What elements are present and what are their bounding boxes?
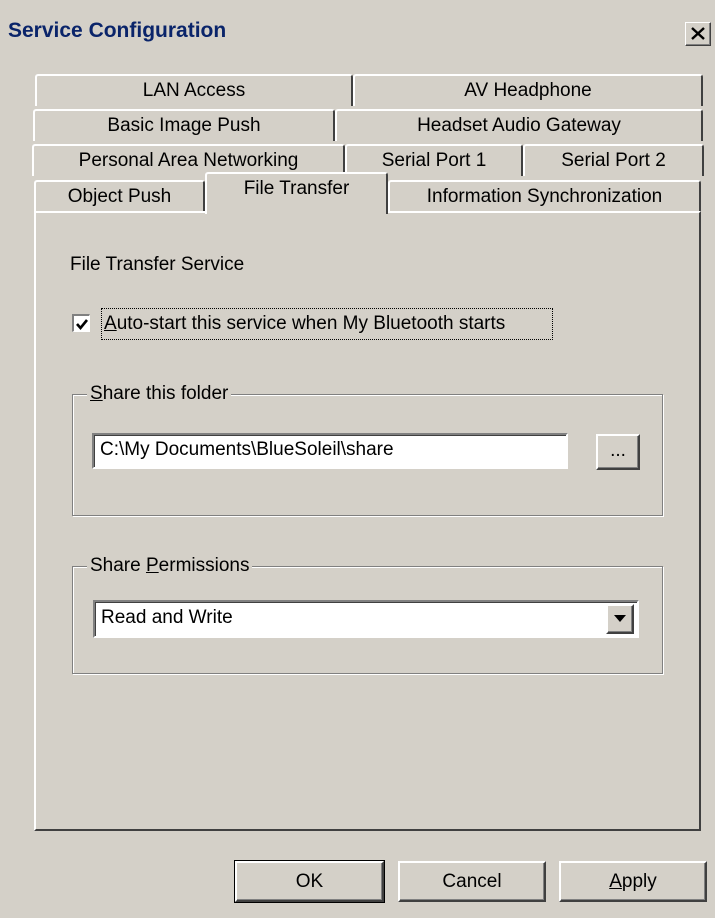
title-bar: Service Configuration bbox=[0, 0, 715, 58]
apply-button[interactable]: Apply bbox=[559, 861, 707, 902]
share-folder-legend-accel: S bbox=[90, 383, 103, 404]
tab-information-synchronization[interactable]: Information Synchronization bbox=[388, 180, 701, 212]
checkmark-icon bbox=[76, 319, 89, 331]
share-folder-legend: Share this folder bbox=[87, 383, 232, 405]
cancel-button[interactable]: Cancel bbox=[398, 861, 546, 902]
apply-button-accel: A bbox=[609, 871, 622, 892]
share-permissions-legend-rest: ermissions bbox=[158, 555, 250, 576]
ok-button[interactable]: OK bbox=[234, 860, 385, 903]
tab-file-transfer[interactable]: File Transfer bbox=[205, 172, 388, 214]
tab-headset-audio-gateway[interactable]: Headset Audio Gateway bbox=[335, 109, 703, 141]
dropdown-button[interactable] bbox=[606, 604, 634, 634]
autostart-checkbox[interactable] bbox=[72, 314, 90, 332]
autostart-label-accel: A bbox=[104, 313, 117, 334]
share-permissions-legend: Share Permissions bbox=[87, 555, 253, 577]
tab-panel bbox=[34, 211, 701, 831]
share-permissions-legend-pre: Share bbox=[90, 555, 146, 576]
tab-serial-port-2[interactable]: Serial Port 2 bbox=[523, 144, 704, 176]
dropdown-arrow-icon bbox=[614, 615, 626, 622]
tab-lan-access[interactable]: LAN Access bbox=[35, 74, 353, 106]
autostart-label-rest: uto-start this service when My Bluetooth… bbox=[116, 313, 506, 334]
tab-object-push[interactable]: Object Push bbox=[34, 180, 205, 212]
share-permissions-legend-accel: P bbox=[145, 555, 159, 576]
share-folder-path-input[interactable]: C:\My Documents\BlueSoleil\share bbox=[92, 433, 568, 469]
autostart-label[interactable]: Auto-start this service when My Bluetoot… bbox=[104, 313, 505, 335]
share-permissions-selected: Read and Write bbox=[101, 607, 233, 628]
section-heading: File Transfer Service bbox=[70, 254, 245, 275]
window-title: Service Configuration bbox=[8, 19, 227, 42]
close-icon bbox=[691, 27, 705, 40]
close-button[interactable] bbox=[685, 22, 711, 46]
service-configuration-window: Service Configuration LAN Access AV Head… bbox=[0, 0, 715, 918]
share-folder-legend-rest: hare this folder bbox=[102, 383, 229, 404]
tab-av-headphone[interactable]: AV Headphone bbox=[353, 74, 703, 106]
tab-basic-image-push[interactable]: Basic Image Push bbox=[33, 109, 335, 141]
apply-button-rest: pply bbox=[621, 871, 657, 892]
browse-button[interactable]: ... bbox=[596, 434, 640, 470]
share-permissions-select[interactable]: Read and Write bbox=[93, 600, 639, 638]
